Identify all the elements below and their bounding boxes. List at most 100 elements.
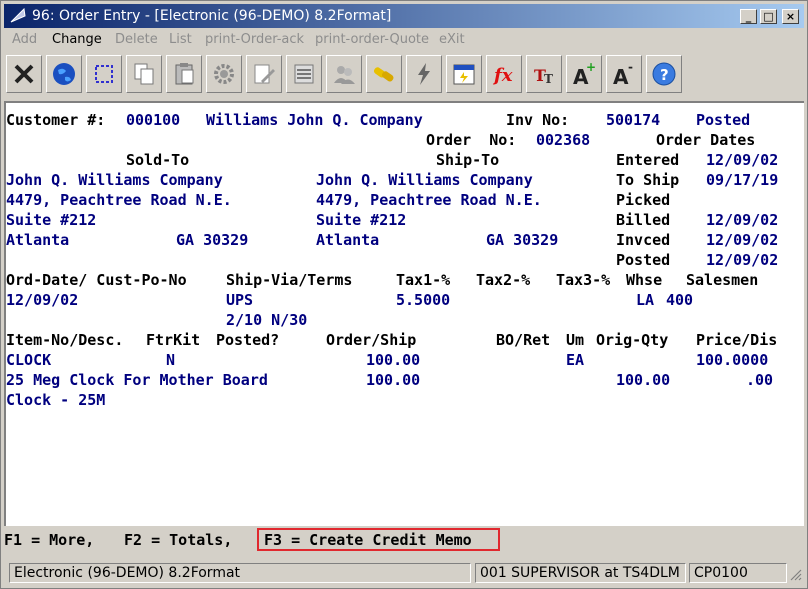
globe-icon[interactable] [46, 55, 82, 93]
status-company: Electronic (96-DEMO) 8.2Format [9, 563, 471, 583]
link-icon[interactable] [366, 55, 402, 93]
order-entry-screen: Customer #: 000100 Williams John Q. Comp… [4, 101, 804, 526]
line-price: 100.0000 [696, 351, 769, 369]
header-item-no: Item-No/Desc. [6, 331, 124, 349]
menu-delete[interactable]: Delete [115, 32, 158, 47]
menu-list[interactable]: List [169, 32, 192, 47]
close-icon[interactable] [6, 55, 42, 93]
paste-icon[interactable] [166, 55, 202, 93]
sold-to-state-zip: GA 30329 [176, 231, 249, 249]
window-title: 96: Order Entry - [Electronic (96-DEMO) … [32, 8, 392, 24]
ord-date-value: 12/09/02 [6, 291, 79, 309]
line-ftrkit: N [166, 351, 176, 369]
ship-to-label: Ship-To [436, 151, 500, 169]
edit-icon[interactable] [246, 55, 282, 93]
posted-status: Posted [696, 111, 751, 129]
date-value-billed: 12/09/02 [706, 211, 779, 229]
date-label-billed: Billed [616, 211, 671, 229]
function-key-bar: F1 = More, F2 = Totals, F3 = Create Cred… [4, 528, 804, 552]
ship-to-state-zip: GA 30329 [486, 231, 559, 249]
copy-icon[interactable] [126, 55, 162, 93]
date-label-picked: Picked [616, 191, 671, 209]
line-item-no[interactable]: CLOCK [6, 350, 51, 370]
header-whse: Whse [626, 271, 663, 289]
header-ftrkit: FtrKit [146, 331, 201, 349]
line-um: EA [566, 351, 585, 369]
svg-text:fx: fx [492, 65, 513, 86]
menu-print-order-quote[interactable]: print-order-Quote [315, 32, 429, 47]
menu-print-order-ack[interactable]: print-Order-ack [205, 32, 304, 47]
line-orig-qty: 100.00 [616, 371, 671, 389]
header-price-dis: Price/Dis [696, 331, 778, 349]
sold-to-city: Atlanta [6, 231, 70, 249]
header-bo-ret: BO/Ret [496, 331, 551, 349]
header-tax3: Tax3-% [556, 271, 611, 289]
date-label-to-ship: To Ship [616, 171, 680, 189]
sold-to-label: Sold-To [126, 151, 190, 169]
line-order-qty: 100.00 [366, 351, 421, 369]
header-posted: Posted? [216, 331, 280, 349]
font-size-icon[interactable]: TT [526, 55, 562, 93]
font-increase-icon[interactable]: A + [566, 55, 602, 93]
status-user: 001 SUPERVISOR at TS4DLM [475, 563, 686, 583]
menu-add[interactable]: Add [12, 32, 37, 47]
f2-totals-key[interactable]: F2 = Totals, [124, 530, 232, 550]
menu-change[interactable]: Change [52, 32, 102, 47]
order-no-label: Order No: [426, 131, 517, 149]
header-order-ship: Order/Ship [326, 331, 417, 349]
customer-name: Williams John Q. Company [206, 111, 423, 129]
app-icon [10, 8, 26, 23]
header-ship-via: Ship-Via/Terms [226, 271, 353, 289]
header-tax2: Tax2-% [476, 271, 531, 289]
help-icon[interactable]: ? [646, 55, 682, 93]
salesmen-value: 400 [666, 291, 694, 309]
date-value-to-ship: 09/17/19 [706, 171, 779, 189]
f3-create-credit-memo-key[interactable]: F3 = Create Credit Memo [264, 530, 472, 550]
whse-value: LA [636, 291, 655, 309]
resize-grip-icon[interactable] [790, 569, 802, 581]
line-desc-2: Clock - 25M [6, 391, 106, 409]
sold-to-line-3: Suite #212 [6, 211, 97, 229]
svg-text:-: - [628, 61, 633, 74]
date-value-entered: 12/09/02 [706, 151, 779, 169]
order-no[interactable]: 002368 [536, 130, 590, 150]
header-tax1: Tax1-% [396, 271, 451, 289]
gear-icon[interactable] [206, 55, 242, 93]
svg-text:?: ? [660, 66, 669, 84]
inv-no: 500174 [606, 111, 661, 129]
svg-text:+: + [586, 61, 596, 74]
ship-to-line-2: 4479, Peachtree Road N.E. [316, 191, 542, 209]
app-window: 96: Order Entry - [Electronic (96-DEMO) … [0, 0, 808, 589]
toolbar: fx TT A + A- ? [4, 52, 804, 98]
date-value-invced: 12/09/02 [706, 231, 779, 249]
header-orig-qty: Orig-Qty [596, 331, 669, 349]
maximize-button[interactable]: □ [760, 9, 777, 24]
title-bar[interactable]: 96: Order Entry - [Electronic (96-DEMO) … [4, 4, 804, 28]
lightning-icon[interactable] [406, 55, 442, 93]
menu-exit[interactable]: eXit [439, 32, 465, 47]
f1-more-key[interactable]: F1 = More, [4, 530, 94, 550]
users-icon[interactable] [326, 55, 362, 93]
ship-to-city: Atlanta [316, 231, 380, 249]
status-bar: Electronic (96-DEMO) 8.2Format 001 SUPER… [4, 561, 804, 585]
close-button[interactable]: × [782, 9, 799, 24]
function-icon[interactable]: fx [486, 55, 522, 93]
calendar-icon[interactable] [446, 55, 482, 93]
status-program: CP0100 [689, 563, 787, 583]
header-ord-date: Ord-Date/ Cust-Po-No [6, 271, 187, 289]
svg-text:A: A [613, 65, 629, 87]
header-um: Um [566, 331, 585, 349]
customer-no[interactable]: 000100 [126, 110, 180, 130]
date-value-posted: 12/09/02 [706, 251, 779, 269]
sold-to-line-1: John Q. Williams Company [6, 171, 223, 189]
line-discount: .00 [746, 371, 774, 389]
select-icon[interactable] [86, 55, 122, 93]
sold-to-line-2: 4479, Peachtree Road N.E. [6, 191, 232, 209]
ship-to-line-3: Suite #212 [316, 211, 407, 229]
minimize-button[interactable]: _ [740, 9, 757, 24]
date-label-entered: Entered [616, 151, 680, 169]
line-ship-qty: 100.00 [366, 371, 421, 389]
ship-to-line-1: John Q. Williams Company [316, 171, 533, 189]
list-icon[interactable] [286, 55, 322, 93]
font-decrease-icon[interactable]: A- [606, 55, 642, 93]
